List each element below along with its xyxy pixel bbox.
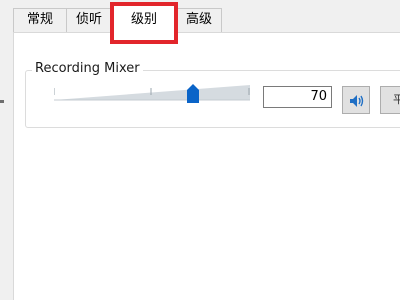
- level-value-field[interactable]: 70: [263, 86, 332, 108]
- tab-advanced[interactable]: 高级: [176, 8, 222, 32]
- slider-thumb: [187, 84, 199, 103]
- tab-strip: 常规 侦听 级别 高级: [0, 0, 400, 44]
- level-slider[interactable]: [54, 82, 250, 104]
- left-edge: [0, 34, 13, 300]
- tab-listen[interactable]: 侦听: [66, 8, 112, 32]
- tab-levels[interactable]: 级别: [110, 2, 178, 44]
- speaker-icon: [350, 95, 364, 107]
- balance-button[interactable]: 平: [380, 86, 400, 114]
- group-title: Recording Mixer: [32, 61, 143, 76]
- slider-track: [54, 85, 250, 100]
- edge-marker: [0, 100, 4, 103]
- mute-button[interactable]: [342, 86, 370, 114]
- tab-general[interactable]: 常规: [13, 8, 67, 32]
